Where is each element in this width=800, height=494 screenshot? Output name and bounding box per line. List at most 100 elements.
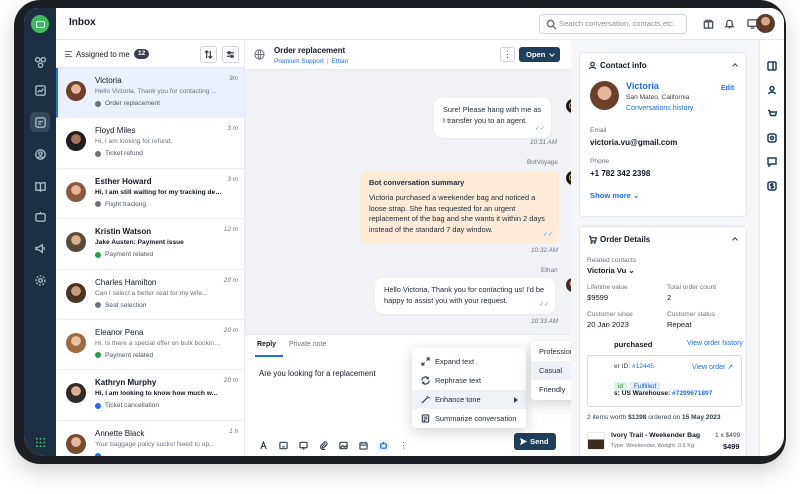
- conversation-item[interactable]: Esther Howard 3 m Hi, I am still waiting f…: [56, 169, 244, 220]
- team-link[interactable]: Premium Support: [274, 58, 324, 65]
- item-total: $499: [723, 442, 740, 451]
- view-order-history-link[interactable]: View order history: [687, 340, 743, 347]
- item-name[interactable]: Ivory Trail - Weekender Bag: [611, 432, 700, 439]
- conversation-tag-label: Payment related: [105, 351, 154, 359]
- nav-integrations-icon[interactable]: [30, 52, 50, 72]
- related-contacts-label: Related contacts: [587, 257, 637, 264]
- menu-item-expand-text[interactable]: Expand text: [412, 352, 526, 371]
- cart-tool-icon[interactable]: [766, 108, 778, 120]
- contact-name[interactable]: Victoria: [626, 81, 659, 91]
- warehouse-id[interactable]: #7299671897: [672, 390, 712, 397]
- attachment-icon[interactable]: [318, 440, 329, 451]
- app-logo[interactable]: [31, 15, 49, 33]
- view-order-link[interactable]: View order ↗: [692, 363, 733, 371]
- contact-info-header[interactable]: Contact info: [588, 61, 647, 70]
- contact-info-title: Contact info: [600, 61, 647, 70]
- bot-summary-title: Bot conversation summary: [369, 178, 465, 187]
- conversation-item[interactable]: Victoria 3m Hello Victoria, Thank you for …: [56, 68, 244, 119]
- tab-private-note[interactable]: Private note: [289, 341, 326, 348]
- conversation-item[interactable]: Kristin Watson 12 m Jake Austen: Payment i…: [56, 219, 244, 270]
- nav-campaigns-icon[interactable]: [30, 238, 50, 258]
- sort-button[interactable]: [200, 46, 217, 63]
- conversation-tag: Ticket cancellation: [95, 402, 159, 409]
- ai-assist-icon[interactable]: [378, 440, 389, 451]
- conversation-tag: Ticket refund: [95, 150, 143, 157]
- contact-avatar: [66, 232, 86, 253]
- edit-contact-link[interactable]: Edit: [721, 85, 734, 92]
- emoji-icon[interactable]: [278, 440, 289, 451]
- apps-grid-icon[interactable]: [30, 432, 50, 452]
- conversation-item[interactable]: Eleanor Pena 20 m Hi, Is there a special o…: [56, 320, 244, 371]
- order-details-header[interactable]: Order Details: [588, 235, 650, 244]
- conversation-item[interactable]: Annette Black 1 h Your baggage policy suck…: [56, 421, 244, 456]
- channel-icon: [95, 150, 101, 157]
- reply-textarea[interactable]: Are you looking for a replacement w: [259, 369, 377, 378]
- conversation-item[interactable]: Kathryn Murphy 20 m Hi, I am looking to kn…: [56, 370, 244, 421]
- submenu-caret-icon: [514, 397, 518, 403]
- contact-tool-icon[interactable]: [766, 84, 778, 96]
- text-format-icon[interactable]: [258, 440, 269, 451]
- conversation-time: 20 m: [223, 377, 238, 385]
- search-input[interactable]: Search conversation, contacts,etc.: [539, 14, 687, 34]
- conversation-item[interactable]: Floyd Miles 3 m Hi, I am looking for refun…: [56, 118, 244, 169]
- agent-link[interactable]: Ethan: [331, 58, 348, 65]
- total-order-count-label: Total order count: [667, 284, 717, 291]
- canned-response-icon[interactable]: [298, 440, 309, 451]
- order-summary-line: 2 items worth $1398 ordered on 15 May 20…: [587, 414, 721, 421]
- more-options-button[interactable]: ⋮: [500, 47, 515, 62]
- order-id-value[interactable]: #12445: [632, 363, 654, 370]
- customer-since: 20 Jan 2023: [587, 320, 629, 329]
- page-title: Inbox: [69, 17, 96, 28]
- send-icon: [519, 437, 528, 446]
- bot-summary-text: Victoria purchased a weekender bag and n…: [369, 192, 545, 235]
- conversations-history-link[interactable]: Conversations history: [626, 105, 693, 112]
- menu-item-summarize[interactable]: Summarize conversation: [412, 409, 526, 428]
- menu-item-label: Enhance tone: [435, 395, 481, 404]
- nav-contacts-icon[interactable]: [30, 144, 50, 164]
- nav-bot-icon[interactable]: [30, 206, 50, 226]
- nav-rail: [24, 8, 56, 456]
- chat-tool-icon[interactable]: [766, 156, 778, 168]
- nav-settings-icon[interactable]: [30, 270, 50, 290]
- more-tools-icon[interactable]: ⋮: [398, 440, 409, 451]
- related-contact-dropdown[interactable]: Victoria Vu ⌄: [587, 266, 635, 275]
- nav-reports-icon[interactable]: [30, 80, 50, 100]
- image-icon[interactable]: [338, 440, 349, 451]
- conversation-list: Assigned to me 12 Victoria 3m Hello Victor…: [56, 40, 245, 456]
- nav-knowledge-icon[interactable]: [30, 176, 50, 196]
- panel-toggle-icon[interactable]: [766, 60, 778, 72]
- conversation-name: Esther Howard: [95, 176, 152, 186]
- conversation-time: 20 m: [223, 276, 238, 284]
- contact-avatar: [66, 181, 86, 202]
- bell-icon[interactable]: [722, 16, 736, 30]
- status-dropdown-button[interactable]: Open: [519, 47, 560, 62]
- channel-icon: [95, 402, 101, 409]
- send-button[interactable]: Send: [514, 433, 556, 450]
- show-more-label: Show more: [590, 191, 631, 200]
- user-avatar[interactable]: [756, 14, 775, 33]
- menu-item-enhance-tone[interactable]: Enhance tone: [412, 390, 526, 409]
- chevron-down-icon: ⌄: [633, 191, 640, 200]
- conversation-item[interactable]: Charles Hamilton 20 m Can I select a bette…: [56, 270, 244, 320]
- contact-avatar: [66, 131, 86, 152]
- conversation-time: 12 m: [223, 226, 238, 234]
- filter-settings-button[interactable]: [222, 46, 239, 63]
- collapse-chevron-icon[interactable]: [732, 63, 738, 69]
- channel-icon: [95, 100, 101, 107]
- calendar-icon[interactable]: [358, 440, 369, 451]
- email-label: Email: [590, 127, 607, 134]
- conversation-tag-label: Payment related: [105, 251, 154, 259]
- show-more-link[interactable]: Show more ⌄: [590, 191, 639, 200]
- view-order-label: View order: [692, 364, 726, 371]
- tab-reply[interactable]: Reply: [257, 341, 276, 348]
- conversation-time: 3 m: [227, 125, 238, 133]
- collapse-chevron-icon[interactable]: [732, 237, 738, 243]
- nav-inbox-icon[interactable]: [30, 112, 50, 132]
- conversation-title: Order replacement: [274, 46, 346, 55]
- app-tool-icon[interactable]: [766, 132, 778, 144]
- gift-icon[interactable]: [701, 16, 715, 30]
- assigned-filter[interactable]: Assigned to me: [76, 50, 130, 59]
- payments-tool-icon[interactable]: [766, 180, 778, 192]
- filter-list-icon[interactable]: [65, 51, 72, 57]
- menu-item-rephrase-text[interactable]: Rephrase text: [412, 371, 526, 390]
